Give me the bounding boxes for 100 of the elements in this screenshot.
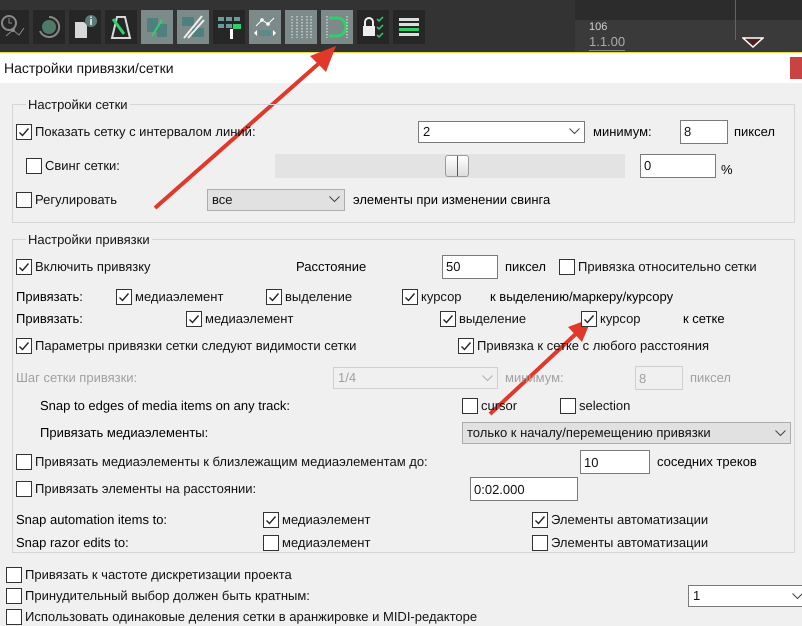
checkbox[interactable] — [26, 158, 42, 174]
checkbox[interactable] — [16, 481, 32, 497]
checkbox-label: Регулировать — [35, 190, 118, 209]
checkbox[interactable] — [116, 289, 132, 305]
input-field[interactable]: 8 — [680, 120, 728, 144]
input-field[interactable]: 0 — [640, 154, 716, 178]
chevron-down-icon — [569, 128, 580, 135]
check-icon — [404, 291, 416, 303]
document-info-icon — [72, 14, 98, 40]
checkbox[interactable] — [458, 338, 474, 354]
checkbox[interactable] — [263, 535, 279, 551]
metronome-icon — [108, 14, 134, 40]
check-icon — [460, 340, 472, 352]
grid-hand-icon — [216, 14, 242, 40]
check-icon — [534, 514, 546, 526]
input-field[interactable]: 0:02.000 — [470, 477, 578, 501]
checkbox-label: Привязать к частоте дискретизации проекта — [25, 566, 292, 584]
checkbox[interactable] — [402, 289, 418, 305]
chevron-down-icon — [482, 374, 493, 382]
check-icon — [442, 313, 454, 325]
dropdown[interactable]: только к началу/перемещению привязки — [462, 422, 791, 444]
lock-checklist-icon — [360, 14, 386, 40]
toolbar-button[interactable] — [69, 10, 101, 44]
slider-thumb[interactable] — [445, 154, 469, 176]
checkbox[interactable] — [6, 588, 22, 604]
swing-items-label: элементы при изменении свинга — [353, 190, 550, 209]
checkbox[interactable] — [263, 512, 279, 528]
chevron-down-icon — [775, 430, 786, 436]
checkbox-label: Привязать медиаэлементы к близлежащим медиаэлементам до: — [35, 453, 428, 472]
toolbar-button[interactable] — [357, 10, 389, 44]
checkbox[interactable] — [581, 311, 597, 327]
minimum-label: минимум: — [593, 122, 653, 141]
checkbox[interactable] — [16, 454, 32, 470]
checkbox-label: Включить привязку — [35, 258, 151, 276]
checkbox-label: Свинг сетки: — [45, 156, 120, 175]
checkbox-label: Принудительный выбор должен быть кратным: — [25, 587, 310, 606]
snap-label: Привязать: — [16, 288, 84, 306]
checkbox[interactable] — [186, 311, 202, 327]
checkbox[interactable] — [532, 535, 548, 551]
checkbox[interactable] — [6, 566, 22, 582]
checkbox[interactable] — [266, 289, 282, 305]
dropdown[interactable]: 2 — [418, 120, 585, 142]
check-icon — [18, 260, 30, 272]
check-icon — [265, 514, 277, 526]
group-title: Настройки сетки — [27, 96, 129, 114]
checkbox-label: Элементы автоматизации — [551, 534, 708, 552]
checkbox[interactable] — [16, 124, 32, 140]
tracks-label: соседних треков — [657, 453, 757, 472]
group-title: Настройки привязки — [27, 230, 151, 249]
checkbox[interactable] — [6, 608, 22, 624]
checkbox[interactable] — [462, 398, 478, 414]
input-field[interactable]: 10 — [580, 450, 650, 474]
dropdown[interactable]: все — [207, 188, 345, 210]
grid-step-label: Шаг сетки привязки: — [16, 369, 138, 388]
checkbox-label: медиаэлемент — [282, 511, 370, 530]
dropdown[interactable]: 1 — [688, 585, 802, 607]
checkbox[interactable] — [440, 311, 456, 327]
checkbox-label: выделение — [459, 310, 526, 328]
checkbox-label: медиаэлемент — [205, 310, 294, 328]
checkbox-label: медиаэлемент — [282, 534, 370, 552]
checkbox[interactable] — [560, 398, 576, 414]
bar-number: 106 — [589, 20, 608, 34]
razor-label: Snap razor edits to: — [16, 534, 130, 552]
check-icon — [268, 291, 280, 303]
toolbar-button[interactable] — [393, 10, 425, 44]
checkbox[interactable] — [16, 192, 32, 208]
check-icon — [18, 340, 30, 352]
snap-target-label: к сетке — [683, 310, 725, 328]
edges-label: Snap to edges of media items on any track: — [40, 397, 292, 416]
toolbar-button[interactable] — [213, 10, 245, 44]
checkbox-label: Привязать элементы на расстоянии: — [35, 480, 256, 498]
checkbox-label: медиаэлемент — [135, 288, 224, 306]
unit-label: пиксел — [505, 258, 548, 276]
toolbar-button[interactable] — [105, 10, 137, 44]
checkbox-label: selection — [579, 397, 630, 416]
magnet-icon — [324, 14, 350, 40]
distance-label: Расстояние — [296, 258, 368, 276]
percent-label: % — [721, 160, 733, 179]
check-icon — [188, 313, 200, 325]
checkbox-label: курсор — [600, 310, 641, 328]
check-icon — [18, 126, 30, 138]
automation-label: Snap automation items to: — [16, 511, 168, 530]
swing-slider[interactable] — [275, 154, 625, 178]
broken-link-icon — [180, 14, 206, 40]
input-field[interactable]: 50 — [442, 254, 498, 278]
playhead-marker-icon — [742, 37, 764, 48]
checkbox-label: Элементы автоматизации — [551, 511, 708, 530]
unit-label: пиксел — [734, 122, 776, 141]
playhead-line — [735, 0, 736, 40]
check-icon — [583, 313, 595, 325]
checkbox-label: выделение — [285, 288, 352, 306]
check-icon — [118, 291, 130, 303]
checkbox[interactable] — [532, 512, 548, 528]
checkbox[interactable] — [559, 258, 575, 274]
media-items-label: Привязать медиаэлементы: — [40, 424, 210, 442]
checkbox[interactable] — [16, 338, 32, 354]
checkbox-label: Привязка относительно сетки — [578, 258, 757, 276]
position-label: 1.1.00 — [589, 34, 626, 51]
checkbox[interactable] — [16, 258, 32, 274]
snap-label: Привязать: — [16, 310, 84, 328]
